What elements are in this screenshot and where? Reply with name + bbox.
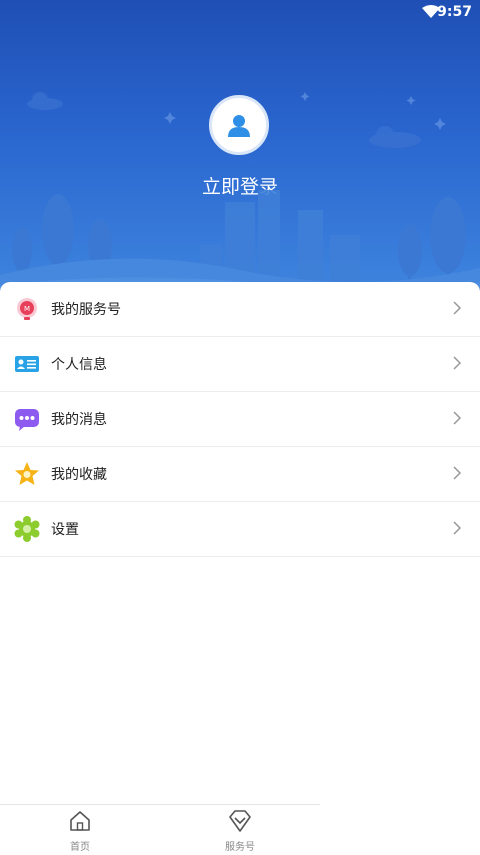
star-icon [15, 462, 39, 485]
menu-item-label: 设置 [51, 522, 79, 538]
diamond-icon [229, 810, 251, 832]
chevron-right-icon [453, 411, 462, 425]
tab-label: 首页 [70, 842, 90, 853]
profile-header: 9:57 立即登录 [0, 0, 480, 300]
gear-icon [14, 516, 40, 542]
menu-item-settings[interactable]: 设置 [0, 502, 480, 557]
status-time: 9:57 [437, 4, 472, 20]
menu-item-label: 我的消息 [51, 412, 107, 428]
id-card-icon [15, 356, 39, 372]
menu-item-messages[interactable]: 我的消息 [0, 392, 480, 447]
menu-item-personal-info[interactable]: 个人信息 [0, 337, 480, 392]
message-icon [15, 409, 39, 431]
menu-item-label: 个人信息 [51, 357, 107, 373]
tab-service-account[interactable]: 服务号 [200, 805, 280, 855]
svg-text:M: M [24, 305, 30, 313]
user-avatar[interactable] [209, 95, 269, 155]
chevron-right-icon [453, 521, 462, 535]
menu-item-favorites[interactable]: 我的收藏 [0, 447, 480, 502]
bottom-tab-bar: 首页 服务号 [0, 804, 320, 855]
menu-item-service-account[interactable]: M 我的服务号 [0, 282, 480, 337]
user-avatar-icon [228, 115, 250, 137]
tab-home[interactable]: 首页 [40, 805, 120, 855]
chevron-right-icon [453, 466, 462, 480]
menu-list: M 我的服务号 个人信息 我的消息 我的收藏 设置 [0, 282, 480, 557]
service-account-icon: M [17, 298, 37, 320]
chevron-right-icon [453, 301, 462, 315]
menu-item-label: 我的收藏 [51, 467, 107, 483]
home-icon [70, 811, 90, 831]
chevron-right-icon [453, 356, 462, 370]
status-bar: 9:57 [0, 0, 480, 26]
menu-item-label: 我的服务号 [51, 302, 121, 318]
tab-label: 服务号 [225, 842, 255, 853]
